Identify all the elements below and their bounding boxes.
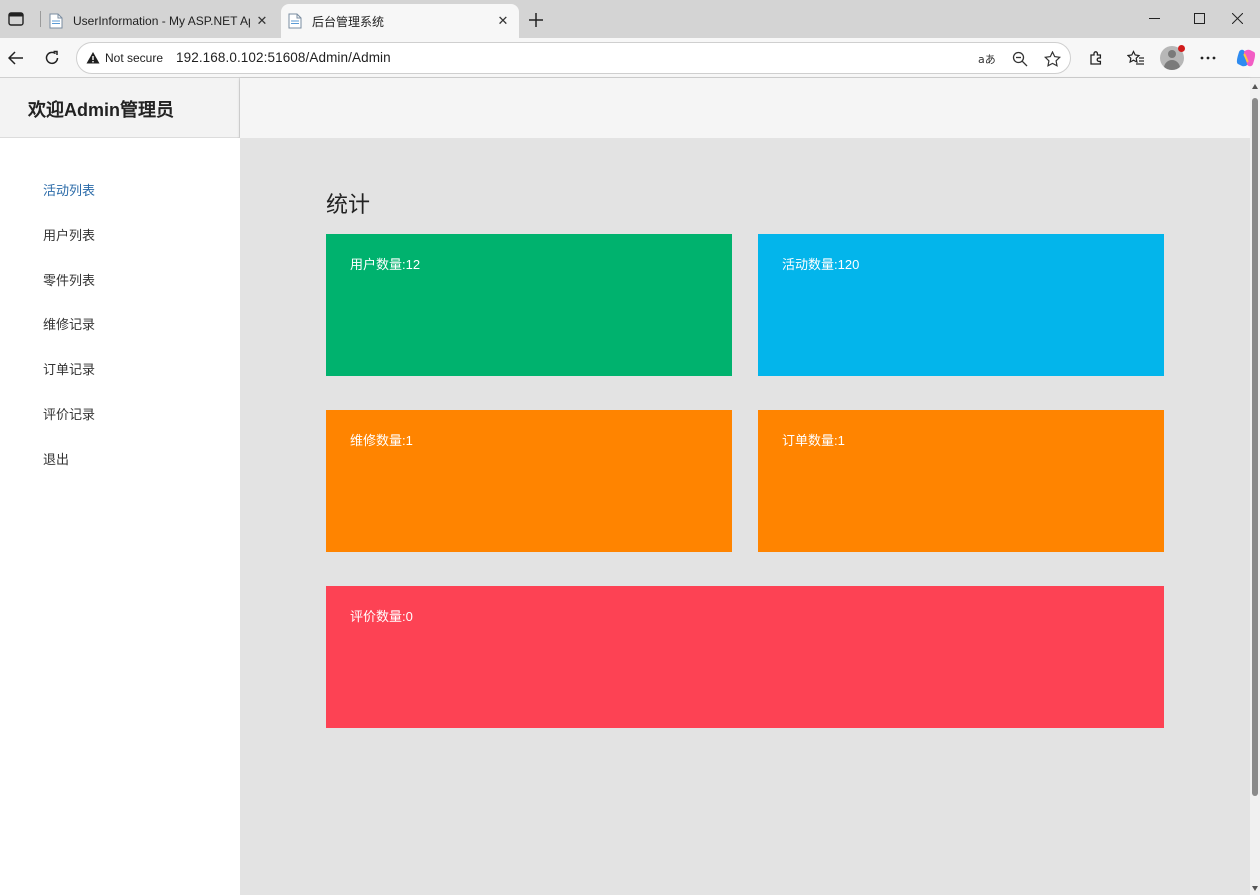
stat-card-users: 用户数量:12 [326,234,732,376]
security-label[interactable]: Not secure [105,51,163,65]
favorites-icon[interactable] [1123,45,1149,71]
stat-card-repairs: 维修数量:1 [326,410,732,552]
back-icon[interactable] [3,45,29,71]
copilot-icon[interactable] [1235,47,1257,69]
stat-card-label: 维修数量:1 [350,433,413,448]
scrollbar-thumb[interactable] [1252,98,1258,796]
page-title: 欢迎Admin管理员 [28,100,174,120]
read-aloud-icon[interactable]: aあ [977,48,999,70]
page-icon [287,13,303,29]
close-icon[interactable]: ✕ [250,9,274,33]
page: 欢迎Admin管理员 活动列表 用户列表 零件列表 维修记录 订单记录 评价记录… [0,78,1250,895]
stat-card-reviews: 评价数量:0 [326,586,1164,728]
notification-dot [1178,45,1185,52]
sidebar-item-orders[interactable]: 订单记录 [43,359,95,378]
sidebar-item-parts[interactable]: 零件列表 [43,270,95,289]
favorite-star-icon[interactable] [1041,48,1063,70]
svg-text:aあ: aあ [978,53,996,66]
tab-title: 后台管理系统 [312,14,385,29]
sidebar-item-reviews[interactable]: 评价记录 [43,404,95,423]
tab-actions-icon[interactable] [6,9,26,29]
close-icon[interactable]: ✕ [491,9,515,33]
stat-card-label: 用户数量:12 [350,257,421,272]
tab-separator [40,11,41,27]
plus-icon[interactable] [524,8,548,32]
main-content: 统计 用户数量:12 活动数量:120 维修数量:1 订单数量:1 评价数量:0 [240,138,1250,895]
sidebar-item-repairs[interactable]: 维修记录 [43,314,95,333]
browser-toolbar: Not secure 192.168.0.102:51608/Admin/Adm… [0,38,1260,78]
browser-tab-userinformation[interactable]: UserInformation - My ASP.NET Ap ✕ [42,4,278,38]
extensions-icon[interactable] [1083,45,1109,71]
sidebar-item-activities[interactable]: 活动列表 [43,180,95,199]
url-text[interactable]: 192.168.0.102:51608/Admin/Admin [176,50,391,65]
reload-icon[interactable] [39,45,65,71]
scroll-down-icon[interactable] [1252,886,1258,891]
warning-icon[interactable] [86,51,100,65]
stat-card-label: 活动数量:120 [782,257,860,272]
address-bar[interactable]: Not secure 192.168.0.102:51608/Admin/Adm… [76,42,1071,74]
sidebar: 活动列表 用户列表 零件列表 维修记录 订单记录 评价记录 退出 [0,138,240,895]
scroll-up-icon[interactable] [1252,84,1258,89]
sidebar-item-logout[interactable]: 退出 [43,449,69,468]
browser-tab-admin[interactable]: 后台管理系统 ✕ [281,4,519,38]
stat-card-orders: 订单数量:1 [758,410,1164,552]
tab-title: UserInformation - My ASP.NET Ap [73,14,250,28]
zoom-out-icon[interactable] [1009,48,1031,70]
site-header-bar [240,78,1250,138]
sidebar-item-users[interactable]: 用户列表 [43,225,95,244]
stat-card-activities: 活动数量:120 [758,234,1164,376]
window-close-icon[interactable] [1214,0,1260,36]
site-header-brand: 欢迎Admin管理员 [0,78,240,138]
section-title: 统计 [326,192,371,217]
more-icon[interactable] [1195,45,1221,71]
minimize-icon[interactable] [1131,0,1177,36]
stat-card-label: 订单数量:1 [782,433,845,448]
stat-card-label: 评价数量:0 [350,609,413,624]
page-icon [48,13,64,29]
browser-tab-strip: UserInformation - My ASP.NET Ap ✕ 后台管理系统… [0,0,1260,38]
